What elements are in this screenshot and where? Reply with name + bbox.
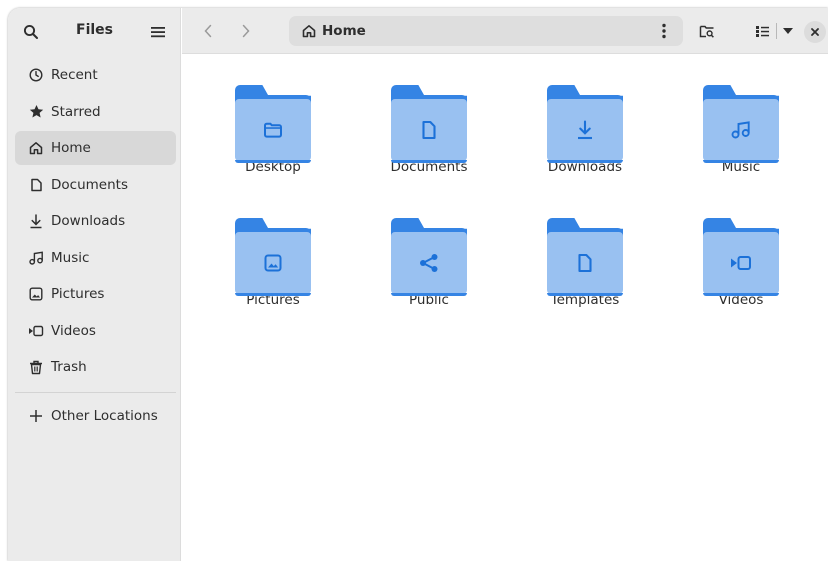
- sidebar-item-recent[interactable]: Recent: [15, 58, 176, 92]
- folder-item[interactable]: Desktop: [213, 55, 333, 175]
- star-icon: [28, 104, 44, 120]
- clock-icon: [28, 67, 44, 83]
- search-folder-button[interactable]: [692, 17, 722, 45]
- triangle-down-icon: [783, 28, 793, 34]
- folder-icon: [235, 218, 311, 296]
- sidebar-item-pictures[interactable]: Pictures: [15, 277, 176, 311]
- view-options-group: [748, 17, 808, 45]
- share-icon: [420, 254, 438, 272]
- path-bar[interactable]: Home: [289, 16, 683, 46]
- header-bar: Home: [182, 8, 828, 54]
- home-icon: [301, 23, 317, 39]
- folder-item[interactable]: Downloads: [525, 55, 645, 175]
- document-icon: [28, 177, 44, 193]
- forward-button[interactable]: [231, 17, 261, 45]
- sidebar-item-label: Starred: [51, 103, 101, 120]
- sidebar-item-label: Documents: [51, 176, 128, 193]
- sidebar-item-label: Music: [51, 249, 90, 266]
- template-icon: [578, 253, 592, 273]
- chevron-left-icon: [204, 24, 212, 38]
- folder-icon: [703, 85, 779, 163]
- sidebar: Files Recent Starred Home Documents Down…: [8, 8, 181, 561]
- places-list: Recent Starred Home Documents Downloads …: [15, 58, 176, 387]
- plus-icon: [28, 408, 44, 424]
- sidebar-item-other-locations[interactable]: Other Locations: [15, 399, 176, 433]
- sidebar-item-label: Recent: [51, 67, 98, 83]
- sidebar-item-label: Home: [51, 140, 91, 156]
- download-icon: [28, 213, 44, 229]
- folder-icon: [391, 218, 467, 296]
- picture-icon: [28, 286, 44, 302]
- view-options-dropdown[interactable]: [778, 17, 798, 45]
- folder-item[interactable]: Documents: [369, 55, 489, 175]
- folder-item[interactable]: Videos: [681, 188, 801, 308]
- picture-icon: [264, 254, 282, 272]
- files-window: Files Recent Starred Home Documents Down…: [8, 8, 828, 561]
- sidebar-item-label: Videos: [51, 322, 96, 339]
- hamburger-menu-icon: [151, 27, 165, 38]
- list-view-icon: [755, 25, 769, 37]
- sidebar-item-home[interactable]: Home: [15, 131, 176, 165]
- sidebar-item-starred[interactable]: Starred: [15, 95, 176, 129]
- back-button[interactable]: [193, 17, 223, 45]
- video-camera-icon: [28, 323, 44, 339]
- sidebar-item-trash[interactable]: Trash: [15, 350, 176, 384]
- vertical-ellipsis-icon: [662, 23, 666, 39]
- music-note-icon: [731, 121, 750, 139]
- sidebar-item-label: Other Locations: [51, 408, 158, 424]
- folder-item[interactable]: Music: [681, 55, 801, 175]
- folder-icon: [235, 85, 311, 163]
- music-note-icon: [28, 250, 44, 266]
- folder-icon: [547, 85, 623, 163]
- download-icon: [578, 120, 592, 140]
- sidebar-item-documents[interactable]: Documents: [15, 168, 176, 202]
- close-button[interactable]: [804, 21, 826, 43]
- trash-icon: [28, 359, 44, 375]
- close-icon: [811, 28, 819, 36]
- other-locations-list: Other Locations: [15, 399, 176, 436]
- folder-item[interactable]: Public: [369, 188, 489, 308]
- folder-icon: [391, 85, 467, 163]
- document-icon: [422, 120, 436, 140]
- desktop-folder-icon: [264, 122, 282, 138]
- home-icon: [28, 140, 44, 156]
- view-divider: [776, 23, 777, 39]
- file-grid: Desktop Documents Downloads Music Pictur…: [182, 55, 828, 561]
- folder-icon: [703, 218, 779, 296]
- sidebar-item-label: Trash: [51, 359, 87, 375]
- sidebar-item-label: Downloads: [51, 213, 126, 229]
- path-menu-button[interactable]: [651, 18, 677, 44]
- sidebar-item-videos[interactable]: Videos: [15, 314, 176, 348]
- folder-item[interactable]: Templates: [525, 188, 645, 308]
- sidebar-item-music[interactable]: Music: [15, 241, 176, 275]
- folder-search-icon: [699, 25, 714, 38]
- main-menu-button[interactable]: [144, 18, 172, 46]
- sidebar-item-label: Pictures: [51, 286, 105, 302]
- view-mode-button[interactable]: [748, 17, 776, 45]
- video-camera-icon: [731, 256, 751, 270]
- sidebar-divider: [15, 392, 176, 393]
- sidebar-item-downloads[interactable]: Downloads: [15, 204, 176, 238]
- sidebar-header: Files: [8, 8, 181, 54]
- chevron-right-icon: [242, 24, 250, 38]
- path-current-folder[interactable]: Home: [322, 23, 366, 39]
- folder-icon: [547, 218, 623, 296]
- folder-item[interactable]: Pictures: [213, 188, 333, 308]
